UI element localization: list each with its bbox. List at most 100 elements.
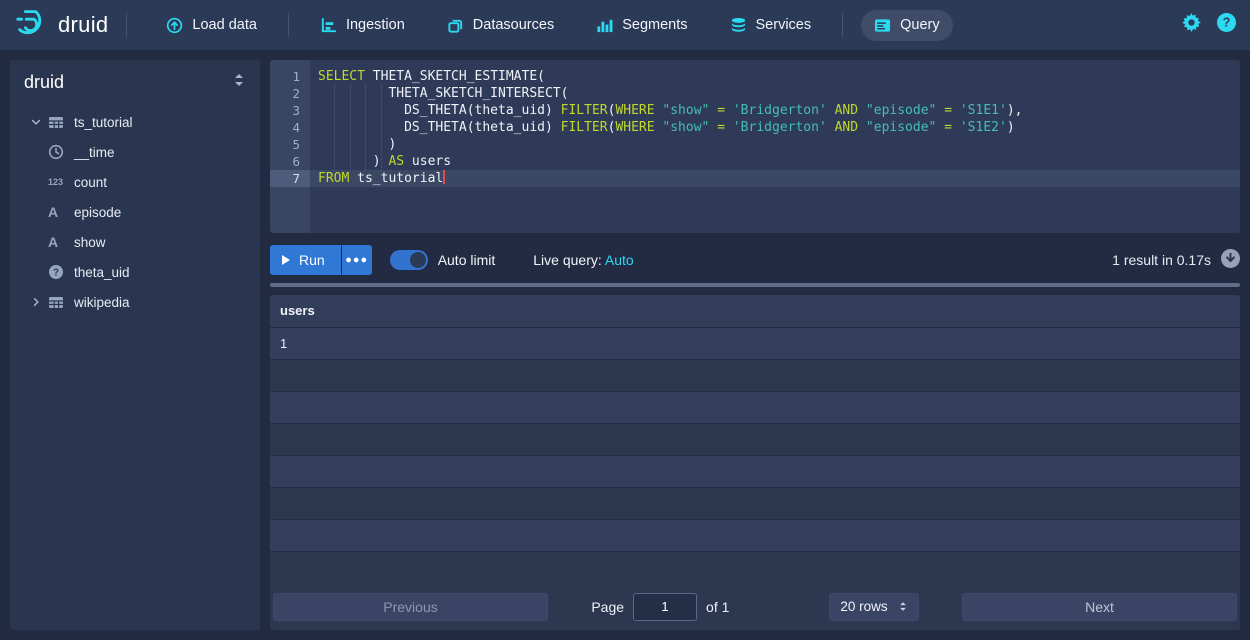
code-token: = bbox=[717, 103, 725, 118]
brand-name: druid bbox=[58, 12, 108, 38]
code-line-6[interactable]: 6 ) AS users bbox=[270, 153, 1240, 170]
sort-columns-icon[interactable] bbox=[232, 72, 246, 93]
code-token: ts_tutorial bbox=[349, 171, 443, 186]
page-of-label: of 1 bbox=[706, 599, 729, 615]
tree-item-time[interactable]: __time bbox=[24, 137, 246, 167]
nav-item-load-data[interactable]: Load data bbox=[153, 10, 270, 41]
run-toolbar: Run ●●● Auto limit Live query: Auto 1 re… bbox=[270, 245, 1240, 275]
top-navbar: druid Load data Ingestion Datasources Segme… bbox=[0, 0, 1250, 50]
download-results-icon[interactable] bbox=[1221, 249, 1240, 271]
tree-item-label: episode bbox=[74, 205, 121, 220]
code-token: SELECT bbox=[318, 69, 365, 84]
navbar-menu: Load data Ingestion Datasources Segments Ser… bbox=[145, 10, 960, 41]
tree-item-label: __time bbox=[74, 145, 115, 160]
druid-logo-icon bbox=[14, 4, 50, 47]
help-icon[interactable]: ? bbox=[1217, 13, 1236, 37]
code-token: FROM bbox=[318, 171, 349, 186]
tree-item-label: show bbox=[74, 235, 106, 250]
chevron-right-icon[interactable] bbox=[24, 296, 48, 308]
result-row[interactable]: 1 bbox=[270, 327, 1240, 359]
code-line-text: DS_THETA(theta_uid) FILTER(WHERE "show" … bbox=[310, 102, 1240, 119]
code-token: 'Bridgerton' bbox=[733, 120, 827, 135]
run-button-label: Run bbox=[299, 252, 325, 268]
navbar-divider bbox=[842, 13, 843, 37]
code-line-1[interactable]: 1 SELECT THETA_SKETCH_ESTIMATE( bbox=[270, 68, 1240, 85]
code-token: 'Bridgerton' bbox=[733, 103, 827, 118]
nav-item-query[interactable]: Query bbox=[861, 10, 953, 41]
tree-item-ts_tutorial[interactable]: ts_tutorial bbox=[24, 107, 246, 137]
table-icon bbox=[48, 115, 74, 130]
rows-per-page-select[interactable]: 20 rows bbox=[829, 593, 918, 621]
code-token: ) bbox=[1007, 120, 1015, 135]
live-query-label: Live query: Auto bbox=[533, 252, 633, 268]
code-token: AND bbox=[835, 103, 858, 118]
empty-row bbox=[270, 519, 1240, 551]
caret-updown-icon bbox=[898, 600, 908, 613]
nav-item-label: Load data bbox=[192, 17, 257, 33]
tree-item-show[interactable]: Ashow bbox=[24, 227, 246, 257]
sql-editor[interactable]: 1 SELECT THETA_SKETCH_ESTIMATE(2 THETA_SK… bbox=[270, 60, 1240, 233]
string-icon: A bbox=[48, 234, 74, 250]
tree-item-theta_uid[interactable]: ?theta_uid bbox=[24, 257, 246, 287]
tree-item-episode[interactable]: Aepisode bbox=[24, 197, 246, 227]
code-token: 'S1E1' bbox=[960, 103, 1007, 118]
druid-brand[interactable]: druid bbox=[14, 4, 108, 47]
schema-sidebar: druid ts_tutorial__time123countAepisodeA… bbox=[10, 60, 260, 630]
nav-item-datasources[interactable]: Datasources bbox=[434, 10, 567, 41]
code-token: FILTER bbox=[561, 103, 608, 118]
svg-text:?: ? bbox=[1223, 16, 1231, 30]
schema-tree: ts_tutorial__time123countAepisodeAshow?t… bbox=[24, 107, 246, 317]
code-token: users bbox=[404, 154, 451, 169]
run-more-options-button[interactable]: ●●● bbox=[342, 245, 372, 275]
nav-item-segments[interactable]: Segments bbox=[583, 10, 700, 41]
code-line-4[interactable]: 4 DS_THETA(theta_uid) FILTER(WHERE "show… bbox=[270, 119, 1240, 136]
text-cursor bbox=[443, 170, 445, 184]
line-number: 4 bbox=[270, 119, 310, 136]
code-token: FILTER bbox=[561, 120, 608, 135]
line-number: 7 bbox=[270, 170, 310, 187]
code-token: DS_THETA(theta_uid) bbox=[318, 120, 561, 135]
code-line-text: THETA_SKETCH_INTERSECT( bbox=[310, 85, 1240, 102]
nav-item-ingestion[interactable]: Ingestion bbox=[307, 10, 418, 41]
code-token: "episode" bbox=[866, 103, 936, 118]
code-token: "show" bbox=[662, 103, 709, 118]
number-icon: 123 bbox=[48, 177, 74, 187]
tree-item-wikipedia[interactable]: wikipedia bbox=[24, 287, 246, 317]
results-table: users1 bbox=[270, 295, 1240, 583]
code-line-5[interactable]: 5 ) bbox=[270, 136, 1240, 153]
chevron-down-icon[interactable] bbox=[24, 116, 48, 128]
sql-code: 1 SELECT THETA_SKETCH_ESTIMATE(2 THETA_SK… bbox=[270, 68, 1240, 187]
next-page-button[interactable]: Next bbox=[962, 593, 1237, 621]
nav-item-services[interactable]: Services bbox=[717, 10, 825, 41]
code-token: THETA_SKETCH_ESTIMATE( bbox=[365, 69, 545, 84]
code-token: = bbox=[944, 103, 952, 118]
line-number: 1 bbox=[270, 68, 310, 85]
code-line-7[interactable]: 7 FROM ts_tutorial bbox=[270, 170, 1240, 187]
tree-item-count[interactable]: 123count bbox=[24, 167, 246, 197]
code-token: AS bbox=[388, 154, 404, 169]
query-icon bbox=[874, 17, 891, 34]
code-token: = bbox=[717, 120, 725, 135]
settings-gear-icon[interactable] bbox=[1182, 13, 1201, 37]
page-label: Page bbox=[591, 599, 624, 615]
auto-limit-toggle[interactable] bbox=[390, 250, 428, 270]
tree-item-label: wikipedia bbox=[74, 295, 130, 310]
upload-icon bbox=[166, 17, 183, 34]
code-line-2[interactable]: 2 THETA_SKETCH_INTERSECT( bbox=[270, 85, 1240, 102]
code-line-3[interactable]: 3 DS_THETA(theta_uid) FILTER(WHERE "show… bbox=[270, 102, 1240, 119]
play-icon bbox=[282, 255, 290, 265]
run-button[interactable]: Run bbox=[270, 245, 341, 275]
live-query-value-link[interactable]: Auto bbox=[605, 252, 634, 268]
page-number-input[interactable] bbox=[633, 593, 697, 621]
segments-icon bbox=[596, 17, 613, 34]
datasources-icon bbox=[447, 17, 464, 34]
code-token bbox=[858, 120, 866, 135]
code-token: ), bbox=[1007, 103, 1023, 118]
editor-results-splitter[interactable] bbox=[270, 283, 1240, 287]
code-token: THETA_SKETCH_INTERSECT( bbox=[318, 86, 568, 101]
line-number: 5 bbox=[270, 136, 310, 153]
line-number: 3 bbox=[270, 102, 310, 119]
results-column-header[interactable]: users bbox=[270, 295, 1240, 327]
previous-page-button[interactable]: Previous bbox=[273, 593, 548, 621]
nav-item-label: Query bbox=[900, 17, 940, 33]
